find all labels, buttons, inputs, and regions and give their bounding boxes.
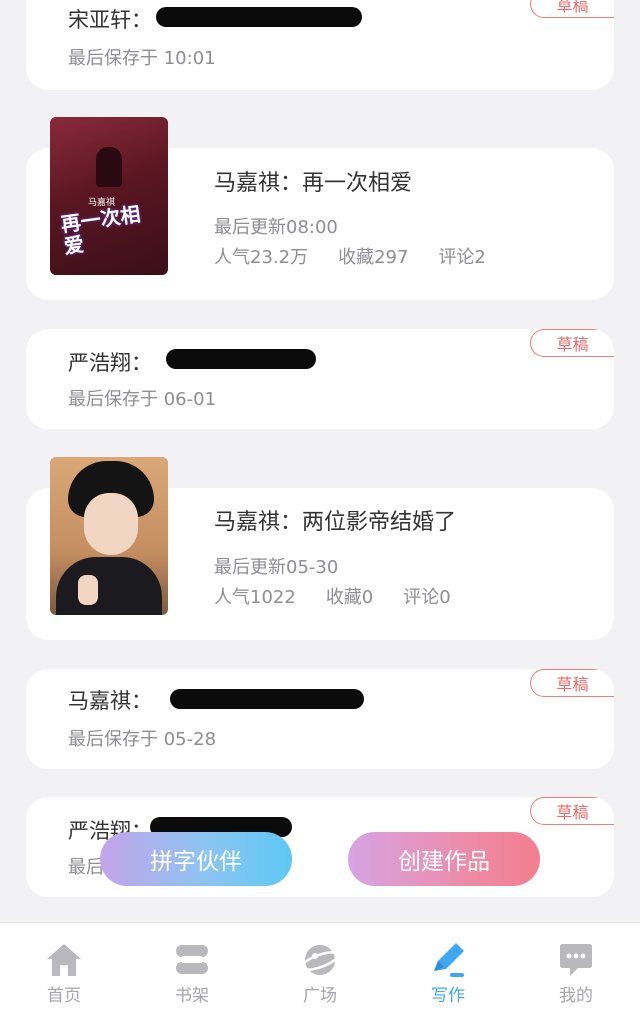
bookshelf-icon — [176, 945, 208, 974]
work-stats: 人气23.2万 收藏297 评论2 — [214, 243, 486, 269]
work-stats: 人气1022 收藏0 评论0 — [214, 583, 451, 609]
draft-title: 马嘉祺： — [68, 689, 152, 713]
work-popularity: 人气1022 — [214, 587, 296, 608]
work-favorites: 收藏0 — [325, 587, 374, 608]
draft-save-time: 最后 — [68, 857, 104, 878]
work-updated: 最后更新05-30 — [214, 557, 339, 578]
tab-mine[interactable]: 我的 — [512, 923, 640, 1019]
draft-badge: 草稿 — [530, 329, 614, 357]
partner-button[interactable]: 拼字伙伴 — [100, 832, 292, 886]
tab-bookshelf[interactable]: 书架 — [128, 923, 256, 1019]
home-icon — [47, 944, 81, 976]
work-cover[interactable]: 马嘉祺 再一次相爱 — [50, 117, 168, 275]
work-cover[interactable] — [50, 457, 168, 615]
draft-save-time: 最后保存于 05-28 — [68, 729, 217, 750]
draft-card[interactable]: 草稿 严浩翔： 最后保存于 06-01 — [26, 329, 614, 429]
create-work-button[interactable]: 创建作品 — [348, 832, 540, 886]
draft-badge: 草稿 — [530, 669, 614, 697]
cover-title-text: 再一次相爱 — [59, 201, 142, 259]
work-comments: 评论0 — [403, 587, 451, 608]
draft-card[interactable]: 草稿 马嘉祺： 最后保存于 05-28 — [26, 669, 614, 769]
cover-hand — [78, 575, 98, 605]
draft-card[interactable]: 草稿 宋亚轩： 最后保存于 10:01 — [26, 0, 614, 90]
work-favorites: 收藏297 — [338, 247, 409, 268]
tab-label: 书架 — [175, 986, 209, 1006]
redaction-mark — [166, 349, 316, 369]
chat-bubble-icon — [560, 944, 592, 976]
tab-label: 我的 — [559, 986, 593, 1006]
tab-label: 首页 — [47, 986, 81, 1006]
tab-label: 广场 — [303, 986, 337, 1006]
cover-face — [84, 493, 138, 555]
redaction-mark — [170, 689, 364, 709]
draft-save-time: 最后保存于 10:01 — [68, 48, 216, 69]
draft-title: 严浩翔： — [68, 351, 152, 375]
draft-title: 宋亚轩： — [68, 8, 152, 32]
work-comments: 评论2 — [438, 247, 486, 268]
pen-icon — [434, 943, 464, 977]
bottom-tab-bar: 首页 书架 广场 写作 我的 — [0, 922, 640, 1019]
tab-plaza[interactable]: 广场 — [256, 923, 384, 1019]
draft-badge: 草稿 — [530, 0, 614, 18]
cover-figure — [96, 147, 122, 187]
draft-save-time: 最后保存于 06-01 — [68, 389, 217, 410]
tab-write[interactable]: 写作 — [384, 923, 512, 1019]
redaction-mark — [156, 7, 362, 27]
work-title: 马嘉祺：再一次相爱 — [214, 171, 413, 196]
cover-body — [56, 557, 162, 615]
work-popularity: 人气23.2万 — [214, 247, 309, 268]
tab-home[interactable]: 首页 — [0, 923, 128, 1019]
planet-icon — [300, 945, 340, 975]
work-title: 马嘉祺：两位影帝结婚了 — [214, 510, 457, 535]
work-updated: 最后更新08:00 — [214, 217, 338, 238]
draft-badge: 草稿 — [530, 797, 614, 825]
tab-label: 写作 — [431, 986, 465, 1006]
